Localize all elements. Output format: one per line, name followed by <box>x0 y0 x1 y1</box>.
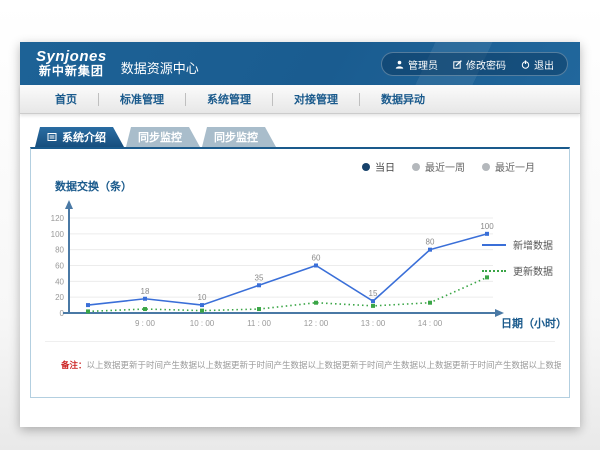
nav-item-1[interactable]: 首页 <box>34 91 98 107</box>
radio-option-3[interactable]: 最近一月 <box>482 159 535 174</box>
legend-label: 更新数据 <box>513 263 553 278</box>
power-icon <box>521 60 530 69</box>
main-nav: 首页标准管理系统管理对接管理数据异动 <box>20 85 580 114</box>
chart-legend: 新增数据更新数据 <box>482 237 553 278</box>
change-password-button[interactable]: 修改密码 <box>453 57 506 72</box>
svg-text:120: 120 <box>51 214 65 223</box>
user-icon <box>395 60 404 69</box>
nav-item-4[interactable]: 对接管理 <box>273 91 359 107</box>
tab-label: 同步监控 <box>138 129 182 145</box>
nav-item-5[interactable]: 数据异动 <box>360 91 446 107</box>
nav-item-2[interactable]: 标准管理 <box>99 91 185 107</box>
legend-item-2: 更新数据 <box>482 263 553 278</box>
note-text: 以上数据更新于时间产生数据以上数据更新于时间产生数据以上数据更新于时间产生数据以… <box>87 360 561 370</box>
svg-text:12 : 00: 12 : 00 <box>304 319 329 328</box>
legend-item-1: 新增数据 <box>482 237 553 252</box>
logo-brand-text: Synjones <box>36 49 107 65</box>
tab-strip: 系统介绍 同步监控 同步监控 <box>35 127 570 147</box>
tab-2[interactable]: 同步监控 <box>126 127 200 147</box>
svg-text:20: 20 <box>55 293 64 302</box>
user-menu[interactable]: 管理员 <box>395 57 438 72</box>
svg-text:日期（小时）: 日期（小时） <box>501 316 563 330</box>
y-axis-title: 数据交换（条） <box>55 178 132 194</box>
svg-text:40: 40 <box>55 277 64 286</box>
logout-label: 退出 <box>534 57 554 72</box>
legend-label: 新增数据 <box>513 237 553 252</box>
svg-text:100: 100 <box>480 222 494 231</box>
radio-option-2[interactable]: 最近一周 <box>412 159 465 174</box>
footer-divider <box>45 341 555 342</box>
app-header: Synjones 新中新集团 数据资源中心 管理员 修改密码 退出 <box>20 42 580 85</box>
date-range-filter: 当日 最近一周 最近一月 <box>362 159 535 174</box>
legend-line-sample <box>482 270 506 272</box>
svg-text:60: 60 <box>312 254 321 263</box>
logout-button[interactable]: 退出 <box>521 57 554 72</box>
svg-text:11 : 00: 11 : 00 <box>247 319 271 328</box>
svg-text:13 : 00: 13 : 00 <box>361 319 386 328</box>
radio-dot-icon <box>412 163 420 171</box>
tab-label: 同步监控 <box>214 129 258 145</box>
radio-label: 当日 <box>375 159 395 174</box>
logo: Synjones 新中新集团 <box>36 49 107 77</box>
legend-line-sample <box>482 244 506 246</box>
tab-1[interactable]: 系统介绍 <box>35 127 124 147</box>
svg-text:14 : 00: 14 : 00 <box>418 319 443 328</box>
page-title: 数据资源中心 <box>121 58 199 77</box>
svg-text:10 : 00: 10 : 00 <box>190 319 215 328</box>
edit-icon <box>453 60 462 69</box>
document-icon <box>47 132 57 142</box>
svg-text:35: 35 <box>255 273 264 282</box>
svg-text:80: 80 <box>55 246 64 255</box>
tab-3[interactable]: 同步监控 <box>202 127 276 147</box>
user-label: 管理员 <box>408 57 438 72</box>
svg-text:9 : 00: 9 : 00 <box>135 319 156 328</box>
change-password-label: 修改密码 <box>466 57 506 72</box>
app-window: Synjones 新中新集团 数据资源中心 管理员 修改密码 退出 首页标准管理… <box>20 42 580 427</box>
radio-label: 最近一月 <box>495 159 535 174</box>
svg-text:18: 18 <box>141 287 150 296</box>
svg-text:100: 100 <box>51 230 65 239</box>
tab-label: 系统介绍 <box>62 129 106 145</box>
content-panel: 当日最近一周最近一月 数据交换（条） 0204060801001209 : 00… <box>30 147 570 398</box>
note-label: 备注： <box>61 360 87 370</box>
radio-label: 最近一周 <box>425 159 465 174</box>
svg-text:10: 10 <box>198 293 207 302</box>
svg-text:80: 80 <box>426 238 435 247</box>
radio-option-1[interactable]: 当日 <box>362 159 395 174</box>
svg-text:60: 60 <box>55 262 64 271</box>
user-toolbar: 管理员 修改密码 退出 <box>381 52 568 76</box>
radio-dot-icon <box>362 163 370 171</box>
nav-item-3[interactable]: 系统管理 <box>186 91 272 107</box>
radio-dot-icon <box>482 163 490 171</box>
footer-note: 备注：以上数据更新于时间产生数据以上数据更新于时间产生数据以上数据更新于时间产生… <box>61 359 561 371</box>
logo-company-text: 新中新集团 <box>36 65 107 78</box>
content-area: 系统介绍同步监控同步监控 当日最近一周最近一月 数据交换（条） 02040608… <box>30 113 570 427</box>
svg-text:15: 15 <box>369 289 378 298</box>
